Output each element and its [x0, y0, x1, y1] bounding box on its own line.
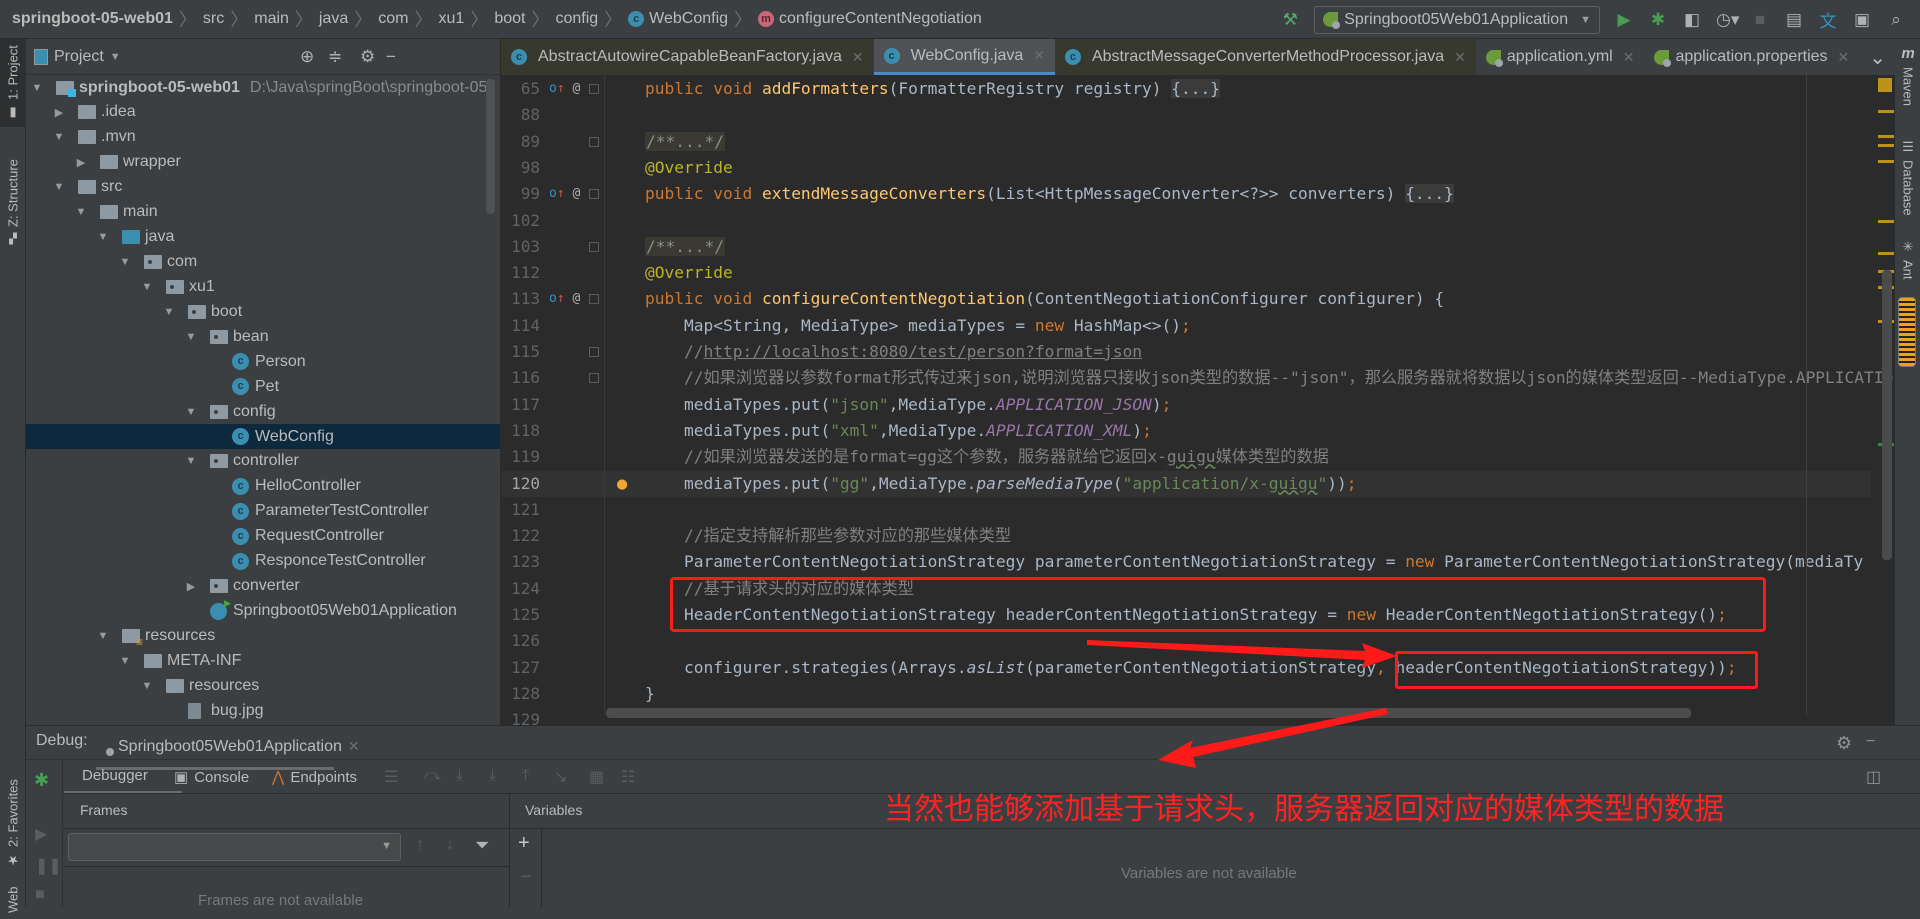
annotation-text: 当然也能够添加基于请求头，服务器返回对应的媒体类型的数据	[884, 792, 1724, 827]
annotation-arrow	[1158, 708, 1388, 768]
annotation-arrows	[1087, 640, 1397, 768]
annotation-arrow	[1087, 640, 1397, 668]
